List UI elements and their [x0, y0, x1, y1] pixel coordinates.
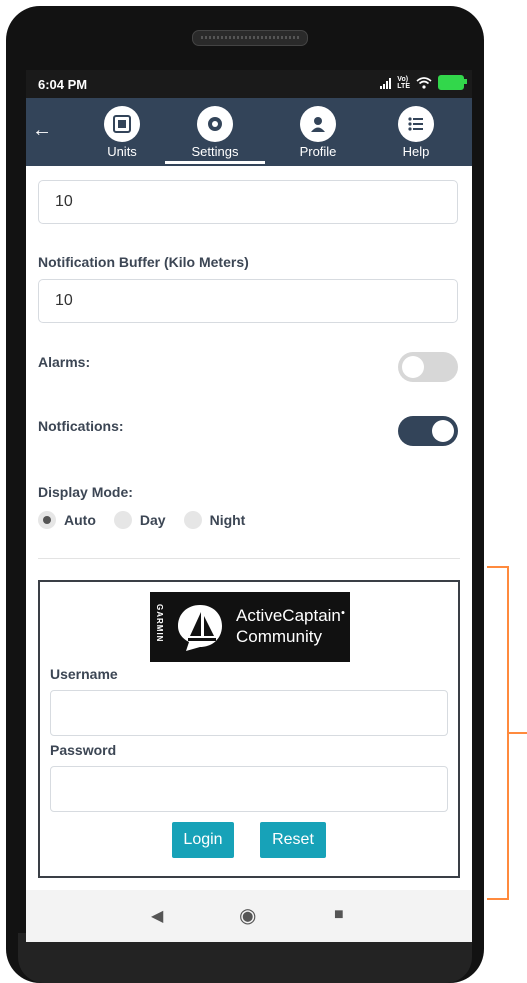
phone-frame: 6:04 PM Vo) LTE ← Units Settings Profile…: [6, 6, 484, 983]
battery-icon: [438, 75, 467, 90]
status-icons: Vo) LTE: [380, 75, 467, 90]
radio-day-label: Day: [139, 512, 166, 528]
radio-auto-circle[interactable]: [38, 511, 56, 529]
wifi-icon: [416, 76, 432, 89]
tab-help[interactable]: Help: [386, 98, 446, 166]
tab-profile[interactable]: Profile: [288, 98, 348, 166]
tab-units-label: Units: [107, 144, 137, 159]
activecaptain-login-card: GARMIN ActiveCaptain● Community Username…: [38, 580, 460, 878]
home-circle-icon[interactable]: ◉: [239, 903, 256, 928]
units-icon: [104, 106, 140, 142]
top-value-input[interactable]: 10: [38, 180, 458, 224]
activecaptain-logo: GARMIN ActiveCaptain● Community: [150, 592, 350, 662]
tab-settings-label: Settings: [191, 144, 239, 159]
gear-icon: [197, 106, 233, 142]
volte-icon: Vo) LTE: [397, 75, 410, 90]
signal-icon: [380, 77, 392, 89]
system-navigation-bar: ◀ ◉ ■: [26, 890, 472, 942]
user-icon: [300, 106, 336, 142]
radio-auto-label: Auto: [64, 512, 96, 528]
radio-auto[interactable]: Auto: [38, 511, 96, 529]
recents-square-icon[interactable]: ■: [334, 906, 344, 924]
reset-button[interactable]: Reset: [260, 822, 326, 858]
garmin-logo-text: GARMIN: [155, 604, 164, 643]
login-button[interactable]: Login: [172, 822, 234, 858]
radio-night-circle[interactable]: [183, 511, 202, 529]
app-screen: 6:04 PM Vo) LTE ← Units Settings Profile…: [26, 70, 472, 942]
username-label: Username: [50, 666, 118, 682]
list-icon: [398, 106, 434, 142]
tab-help-label: Help: [402, 144, 430, 159]
logo-line2: Community: [236, 627, 322, 646]
radio-day[interactable]: Day: [113, 511, 166, 529]
back-arrow-icon[interactable]: ←: [32, 118, 56, 142]
password-input[interactable]: [50, 766, 448, 812]
back-triangle-icon[interactable]: ◀: [151, 906, 163, 926]
top-navigation: ← Units Settings Profile Help: [26, 98, 472, 166]
tab-units[interactable]: Units: [92, 98, 152, 166]
notifications-label: Notfications:: [38, 418, 124, 434]
display-mode-label: Display Mode:: [38, 484, 133, 500]
alarms-label: Alarms:: [38, 354, 91, 370]
radio-day-circle[interactable]: [113, 511, 132, 529]
earpiece-speaker: [192, 30, 308, 46]
radio-selected-dot: [43, 516, 51, 524]
toggle-knob: [432, 420, 454, 442]
password-label: Password: [50, 742, 117, 758]
alarms-toggle[interactable]: [398, 352, 458, 382]
status-time: 6:04 PM: [38, 77, 88, 92]
tab-profile-label: Profile: [299, 144, 337, 159]
section-divider: [38, 558, 460, 559]
radio-night-label: Night: [209, 512, 246, 528]
notification-buffer-input[interactable]: 10: [38, 279, 458, 323]
status-bar: 6:04 PM Vo) LTE: [26, 70, 472, 98]
sailboat-logo-icon: [178, 605, 222, 651]
tab-settings[interactable]: Settings: [165, 98, 265, 166]
notification-buffer-label: Notification Buffer (Kilo Meters): [38, 254, 249, 270]
radio-night[interactable]: Night: [183, 511, 246, 529]
logo-line1: ActiveCaptain●: [236, 606, 346, 625]
display-mode-options: Auto Day Night: [38, 511, 245, 529]
orange-bracket-annotation: [487, 566, 527, 900]
toggle-knob: [402, 356, 424, 378]
username-input[interactable]: [50, 690, 448, 736]
notifications-toggle[interactable]: [398, 416, 458, 446]
